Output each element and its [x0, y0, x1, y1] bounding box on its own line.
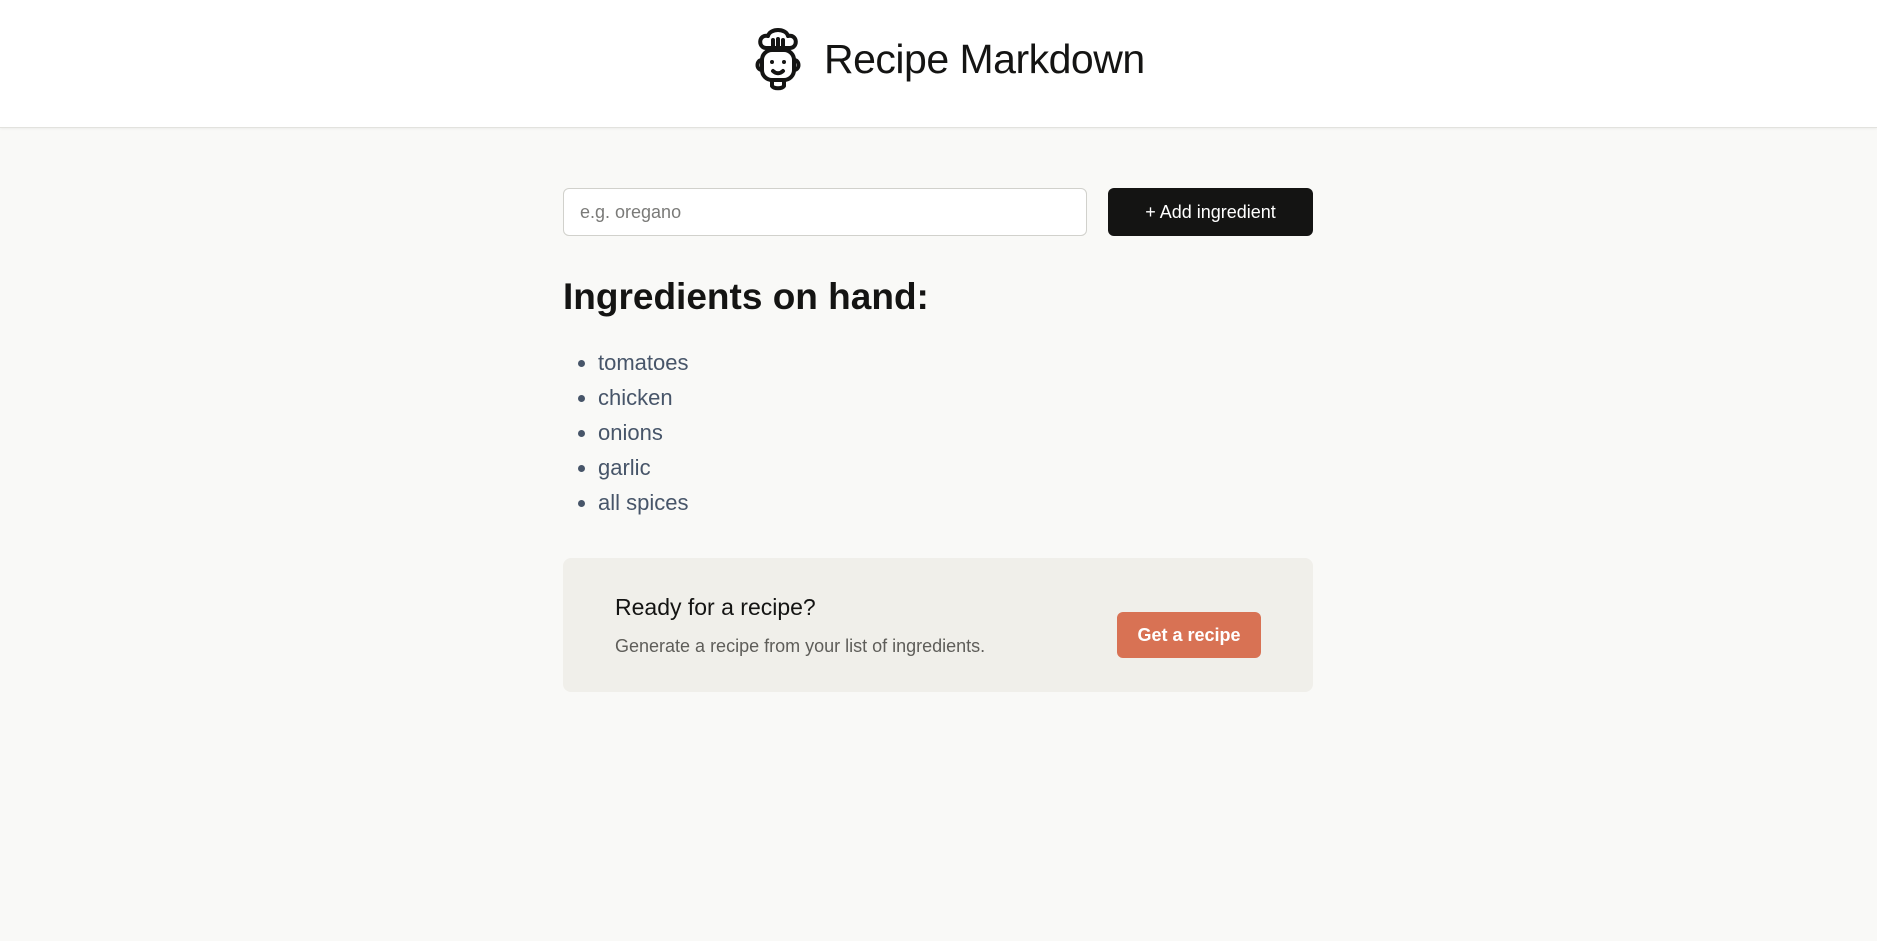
main-content: + Add ingredient Ingredients on hand: to… — [563, 188, 1313, 692]
brand: Recipe Markdown — [748, 26, 1145, 92]
get-recipe-button[interactable]: Get a recipe — [1117, 612, 1261, 658]
app-title: Recipe Markdown — [824, 35, 1145, 82]
recipe-cta-panel: Ready for a recipe? Generate a recipe fr… — [563, 558, 1313, 692]
cta-title: Ready for a recipe? — [615, 594, 816, 620]
ingredient-item: garlic — [598, 450, 689, 485]
ingredient-item: tomatoes — [598, 345, 689, 380]
cta-subtitle: Generate a recipe from your list of ingr… — [615, 636, 986, 656]
ingredient-item: chicken — [598, 380, 689, 415]
add-ingredient-button[interactable]: + Add ingredient — [1108, 188, 1313, 236]
app-header: Recipe Markdown — [0, 0, 1877, 128]
ingredient-input[interactable] — [563, 188, 1087, 236]
ingredient-item: all spices — [598, 485, 689, 520]
add-ingredient-form: + Add ingredient — [563, 188, 1313, 236]
ingredients-heading: Ingredients on hand: — [563, 276, 929, 317]
ingredient-list: tomatoes chicken onions garlic all spice… — [563, 345, 689, 520]
chef-icon — [748, 26, 808, 92]
ingredient-item: onions — [598, 415, 689, 450]
